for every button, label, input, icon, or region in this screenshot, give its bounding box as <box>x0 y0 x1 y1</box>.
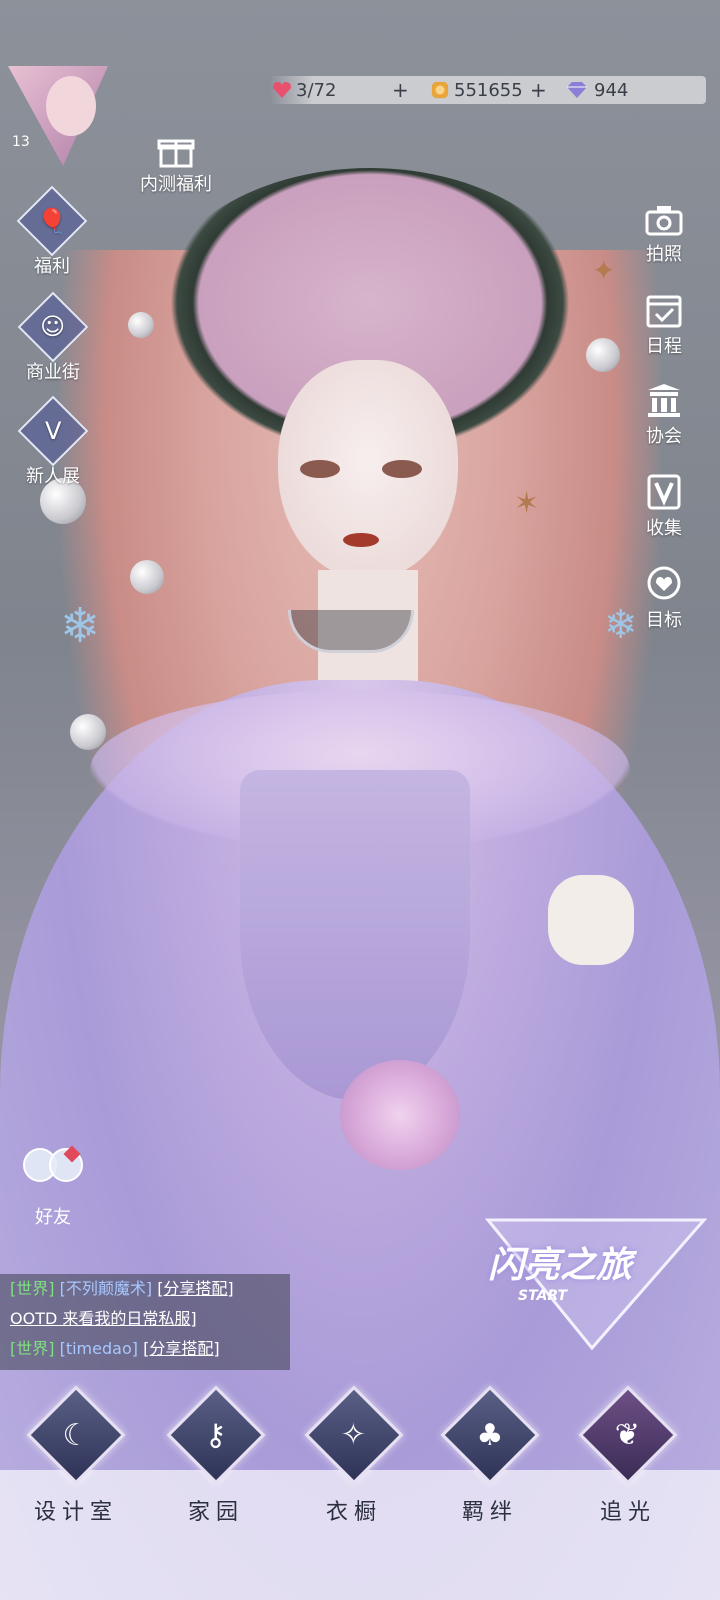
nav-label: 追光 <box>599 1500 656 1525</box>
goals-button[interactable]: 目标 <box>634 564 694 632</box>
key-icon: ⚷ <box>166 1385 266 1485</box>
snowflake-icon: ❄ <box>604 602 638 648</box>
friends-label: 好友 <box>35 1207 71 1228</box>
chat-share-link[interactable]: [分享搭配] <box>143 1339 220 1358</box>
newcomer-show-button[interactable]: V 新人展 <box>17 395 89 488</box>
nav-label: 衣橱 <box>325 1500 382 1525</box>
gift-box-icon <box>157 139 195 168</box>
nav-label: 羁绊 <box>461 1500 518 1525</box>
nav-chase-light[interactable]: ❦ 追光 <box>578 1385 678 1526</box>
player-avatar[interactable] <box>8 66 108 166</box>
hanging-pearl <box>130 560 164 594</box>
goals-label: 目标 <box>646 610 682 631</box>
add-gold-button[interactable]: + <box>530 78 547 102</box>
shopping-bag-icon: ☺ <box>17 291 89 363</box>
chat-line: [世界] [不列颠魔术] [分享搭配] <box>0 1274 290 1304</box>
photo-label: 拍照 <box>646 244 682 265</box>
schedule-button[interactable]: 日程 <box>634 292 694 358</box>
chat-username[interactable]: [timedao] <box>60 1339 138 1358</box>
chat-share-link[interactable]: [分享搭配] <box>157 1279 234 1298</box>
event-title: 闪亮之旅 <box>488 1245 633 1286</box>
moon-icon: ☾ <box>26 1385 126 1485</box>
association-button[interactable]: 协会 <box>634 382 694 448</box>
schedule-label: 日程 <box>646 336 682 357</box>
crystal-icon: ✧ <box>304 1385 404 1485</box>
nav-wardrobe[interactable]: ✧ 衣橱 <box>304 1385 404 1526</box>
beta-gift-button[interactable]: 内测福利 <box>134 132 218 196</box>
dress-corset <box>240 770 470 1100</box>
collection-label: 收集 <box>646 518 682 539</box>
hot-air-balloon-icon: 🎈 <box>16 185 88 257</box>
camera-icon <box>645 206 683 236</box>
nav-label: 家园 <box>187 1500 244 1525</box>
diamond-value: 944 <box>594 79 629 101</box>
v-badge-icon: V <box>17 395 89 467</box>
shining-journey-event-button[interactable]: 闪亮之旅 START <box>482 1214 710 1354</box>
photo-button[interactable]: 拍照 <box>634 204 694 266</box>
chat-channel-tag: [世界] <box>10 1279 55 1298</box>
nav-label: 设计室 <box>33 1500 118 1525</box>
gold-coin-icon <box>431 81 449 99</box>
chat-username[interactable]: [不列颠魔术] <box>60 1279 153 1298</box>
diamond-icon <box>567 82 587 98</box>
stamina-display: 3/72 <box>272 78 336 102</box>
chat-share-text[interactable]: OOTD 来看我的日常私服] <box>10 1309 197 1328</box>
gold-value: 551655 <box>454 79 523 101</box>
shop-street-button[interactable]: ☺ 商业街 <box>17 291 89 384</box>
stamina-value: 3/72 <box>296 79 337 101</box>
dress-rose <box>340 1060 460 1170</box>
chat-line: OOTD 来看我的日常私服] <box>0 1304 290 1334</box>
beta-gift-label: 内测福利 <box>140 174 212 195</box>
event-subtitle: START <box>518 1288 568 1304</box>
collection-v-icon <box>647 474 681 510</box>
friends-button[interactable]: 好友 <box>18 1145 88 1229</box>
player-level: 13 <box>12 134 30 150</box>
calendar-check-icon <box>646 295 682 328</box>
character-lips <box>343 533 379 547</box>
plus-icon: + <box>530 78 547 102</box>
star-ornament-icon: ✶ <box>514 486 540 521</box>
plus-icon: + <box>392 78 409 102</box>
chat-channel-tag: [世界] <box>10 1339 55 1358</box>
gold-display: 551655 <box>430 78 523 102</box>
building-icon <box>648 384 680 417</box>
chat-panel[interactable]: [世界] [不列颠魔术] [分享搭配] OOTD 来看我的日常私服] [世界] … <box>0 1274 290 1370</box>
hanging-pearl <box>128 312 154 338</box>
clover-icon: ♣ <box>440 1385 540 1485</box>
welfare-button[interactable]: 🎈 福利 <box>16 185 88 278</box>
nav-bond[interactable]: ♣ 羁绊 <box>440 1385 540 1526</box>
nav-design-studio[interactable]: ☾ 设计室 <box>26 1385 126 1526</box>
association-label: 协会 <box>646 426 682 447</box>
add-stamina-button[interactable]: + <box>392 78 409 102</box>
heart-gem-icon <box>273 82 291 98</box>
nav-home[interactable]: ⚷ 家园 <box>166 1385 266 1526</box>
hanging-pearl <box>586 338 620 372</box>
hanging-pearl <box>70 714 106 750</box>
heart-badge-icon <box>647 566 681 600</box>
character-eye-right <box>382 460 422 478</box>
collection-button[interactable]: 收集 <box>634 474 694 540</box>
character-eye-left <box>300 460 340 478</box>
character-glove <box>548 875 634 965</box>
butterfly-icon: ❦ <box>578 1385 678 1485</box>
chat-line: [世界] [timedao] [分享搭配] <box>0 1334 290 1364</box>
avatar-portrait <box>46 76 96 136</box>
star-ornament-icon: ✦ <box>592 254 616 287</box>
diamond-display: 944 <box>564 78 628 102</box>
snowflake-icon: ❄ <box>60 598 101 654</box>
